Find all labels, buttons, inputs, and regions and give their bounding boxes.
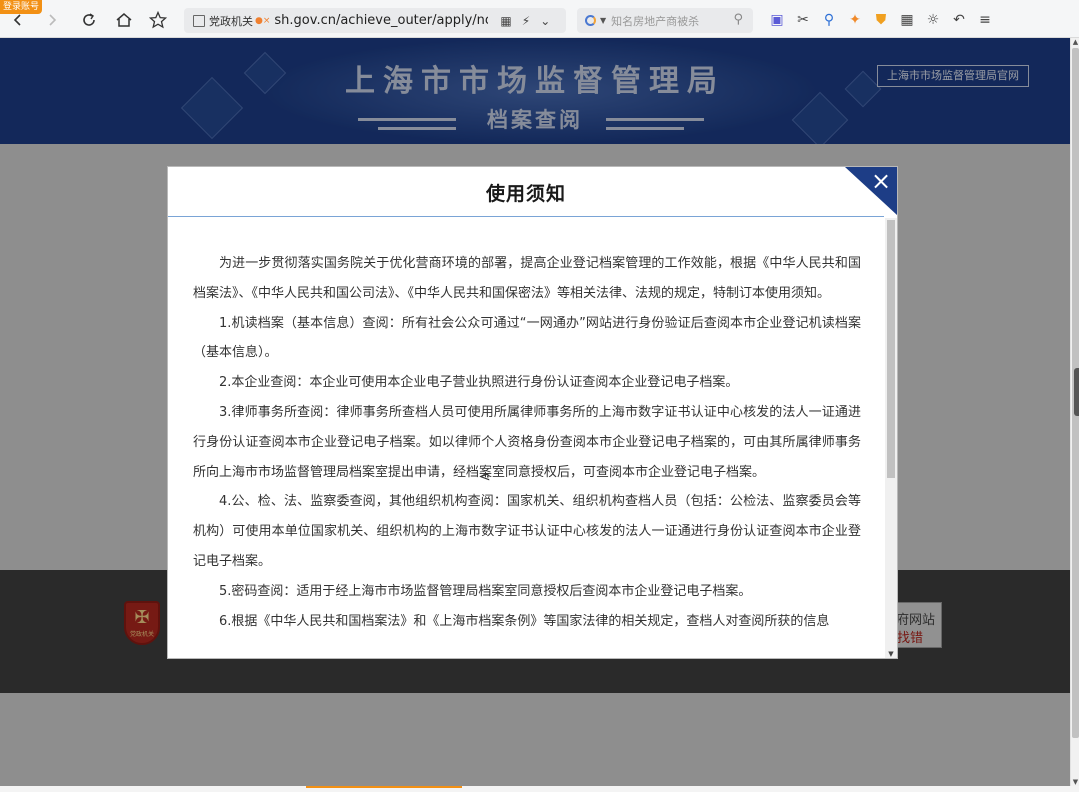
qr-code-icon[interactable]: ▦ xyxy=(500,14,511,28)
notice-content: 为进一步贯彻落实国务院关于优化营商环境的部署，提高企业登记档案管理的工作效能，根… xyxy=(193,249,861,636)
notice-paragraph-3: 3.律师事务所查阅：律师事务所查档人员可使用所属律师事务所的上海市数字证书认证中… xyxy=(193,404,861,480)
translate-icon[interactable]: ▣ xyxy=(764,12,790,28)
forward-icon xyxy=(49,14,57,26)
refresh-button[interactable] xyxy=(77,8,101,32)
search-input[interactable]: 知名房地产商被杀 xyxy=(611,13,699,29)
undo-icon[interactable]: ↶ xyxy=(946,12,972,28)
search-box[interactable]: ▼ 知名房地产商被杀 ⚲ xyxy=(577,8,753,33)
engine-dropdown-icon[interactable]: ▼ xyxy=(600,16,606,25)
home-icon xyxy=(116,13,132,27)
address-bar[interactable]: 党政机关 ●× sh.gov.cn/achieve_outer/apply/no… xyxy=(184,8,566,33)
notice-paragraph-2: 2.本企业查阅：本企业可使用本企业电子营业执照进行身份认证查阅本企业登记电子档案… xyxy=(219,375,739,391)
forward-button[interactable] xyxy=(40,8,64,32)
browser-toolbar: 登录账号 党政机关 ●× sh.gov.cn/achieve_outer/app… xyxy=(0,0,1079,38)
lightning-icon[interactable]: ⚡︎ xyxy=(522,14,530,28)
notice-modal: 使用须知 × 为进一步贯彻落实国务院关于优化营商环境的部署，提高企业登记档案管理… xyxy=(167,166,898,659)
sidebar-handle[interactable] xyxy=(1074,368,1079,416)
notice-paragraph-6: 6.根据《中华人民共和国档案法》和《上海市档案条例》等国家法律的相关规定，查档人… xyxy=(219,613,830,629)
shield-icon[interactable]: ⛊ xyxy=(868,12,894,28)
modal-title-divider xyxy=(168,216,884,217)
brightness-icon[interactable]: ☼ xyxy=(920,12,946,28)
text-cursor-icon: ⋖ xyxy=(479,469,491,485)
notice-paragraph-intro: 为进一步贯彻落实国务院关于优化营商环境的部署，提高企业登记档案管理的工作效能，根… xyxy=(193,256,861,301)
scroll-down-arrow-icon[interactable]: ▼ xyxy=(885,650,897,658)
notice-paragraph-5: 5.密码查阅：适用于经上海市市场监督管理局档案室同意授权后查阅本市企业登记电子档… xyxy=(219,583,752,599)
chevron-down-icon[interactable]: ⌄ xyxy=(540,14,550,28)
gesture-icon[interactable]: ✦ xyxy=(842,12,868,28)
site-type-label: 党政机关 xyxy=(209,14,253,28)
status-bar xyxy=(0,786,1079,792)
notice-paragraph-4: 4.公、检、法、监察委查阅，其他组织机构查阅：国家机关、组织机构查档人员（包括：… xyxy=(193,494,861,569)
find-icon[interactable]: ⚲ xyxy=(816,12,842,28)
scissors-icon[interactable]: ✂ xyxy=(790,12,816,28)
scroll-up-arrow-icon[interactable]: ▲ xyxy=(1071,38,1079,46)
notice-paragraph-1: 1.机读档案（基本信息）查阅：所有社会公众可通过“一网通办”网站进行身份验证后查… xyxy=(193,315,861,361)
privacy-eye-icon[interactable]: ●× xyxy=(255,16,270,26)
home-button[interactable] xyxy=(112,8,136,32)
login-account-badge[interactable]: 登录账号 xyxy=(0,0,43,14)
status-indicator xyxy=(306,786,462,792)
close-icon: × xyxy=(870,167,892,195)
site-certificate-icon xyxy=(193,14,205,27)
star-icon xyxy=(149,11,167,29)
modal-title: 使用须知 xyxy=(485,183,566,205)
modal-scrollbar-thumb[interactable] xyxy=(887,220,895,478)
url-text[interactable]: sh.gov.cn/achieve_outer/apply/notice xyxy=(274,13,488,28)
close-button[interactable]: × xyxy=(869,169,893,193)
modal-scrollbar[interactable]: ▼ xyxy=(885,218,897,658)
menu-icon[interactable]: ≡ xyxy=(972,12,998,28)
search-engine-icon[interactable] xyxy=(585,15,596,26)
scroll-down-arrow-icon[interactable]: ▼ xyxy=(1071,778,1079,786)
favorite-button[interactable] xyxy=(146,8,170,32)
back-icon xyxy=(13,14,21,26)
browser-extensions: ▣ ✂ ⚲ ✦ ⛊ ▦ ☼ ↶ ≡ xyxy=(764,9,998,31)
search-icon[interactable]: ⚲ xyxy=(733,12,743,27)
apps-grid-icon[interactable]: ▦ xyxy=(894,12,920,28)
refresh-icon xyxy=(83,13,95,26)
